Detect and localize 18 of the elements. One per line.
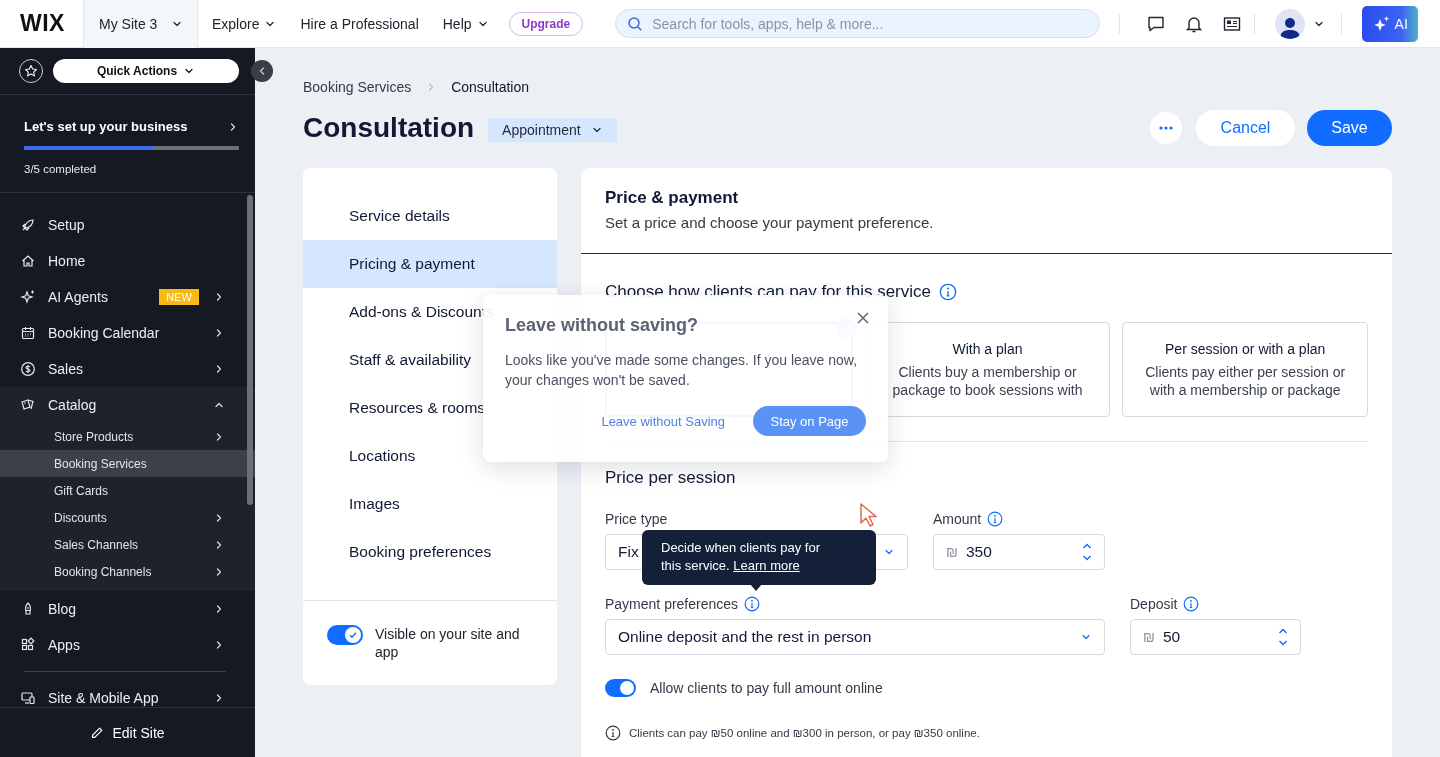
section-heading: Choose how clients can pay for this service: [605, 282, 931, 302]
section-heading: Price per session: [605, 468, 737, 488]
field-label: Deposit: [1130, 596, 1178, 612]
breadcrumb-current: Consultation: [451, 79, 529, 95]
new-badge: NEW: [159, 289, 199, 305]
toggle-label: Allow clients to pay full amount online: [650, 680, 883, 696]
dialog-message: Looks like you've made some changes. If you leave now, your changes won't be saved.: [505, 351, 859, 390]
visibility-label: Visible on your site and app: [375, 625, 521, 661]
field-label: Amount: [933, 511, 982, 527]
progress-text: 3/5 completed: [24, 163, 98, 175]
tooltip: Decide when clients pay for this service. Learn more: [642, 530, 876, 585]
field-label: Payment preferences: [605, 596, 739, 612]
page-title: Consultation: [303, 112, 475, 144]
payment-summary-note: Clients can pay ₪50 online and ₪300 in person, or pay ₪350 online.: [629, 727, 980, 739]
card-title: Price & payment: [605, 188, 740, 208]
card-subtitle: Set a price and choose your payment preference.: [605, 214, 935, 231]
field-label: Price type: [605, 510, 668, 528]
dialog-title: Leave without saving?: [505, 315, 699, 336]
